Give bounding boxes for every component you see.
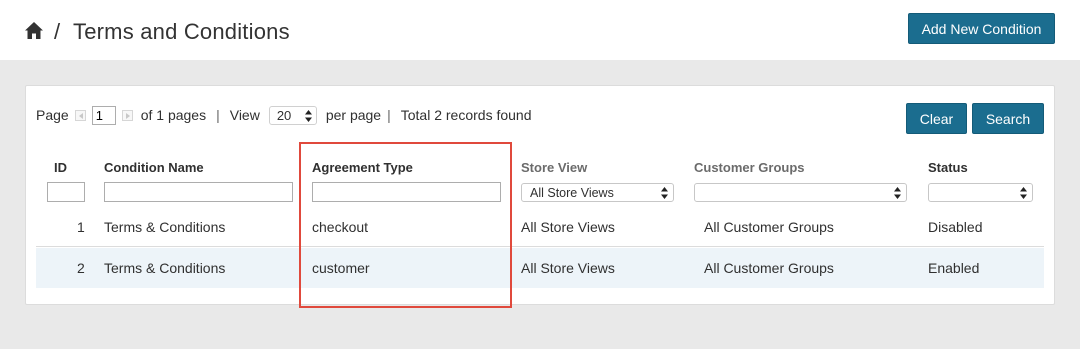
row-store-view: All Store Views [521, 260, 615, 276]
row-customer-groups: All Customer Groups [704, 260, 834, 276]
agreement-type-filter-input[interactable] [312, 182, 501, 202]
view-label: View [229, 107, 260, 123]
per-page-select[interactable]: 20 [268, 105, 317, 125]
customer-groups-filter-select[interactable] [694, 183, 907, 202]
table-row[interactable]: 2 Terms & Conditions customer All Store … [36, 248, 1044, 288]
page-label: Page [36, 107, 69, 123]
next-page-icon[interactable] [121, 109, 133, 121]
per-page-value: 20 [276, 107, 292, 123]
add-new-condition-button[interactable]: Add New Condition [908, 13, 1055, 44]
prev-page-icon[interactable] [74, 109, 86, 121]
pager: Page of 1 pages | View 20 per page | Tot… [36, 105, 532, 125]
row-id: 1 [77, 219, 85, 235]
condition-name-filter-input[interactable] [104, 182, 293, 202]
per-page-text: per page [325, 107, 382, 123]
row-agreement-type: customer [312, 260, 370, 276]
clear-button[interactable]: Clear [906, 103, 967, 134]
pager-separator: | [387, 107, 391, 123]
row-id: 2 [77, 260, 85, 276]
row-agreement-type: checkout [312, 219, 369, 235]
id-filter-input[interactable] [47, 182, 85, 202]
table-row[interactable]: 1 Terms & Conditions checkout All Store … [36, 207, 1044, 247]
row-status: Enabled [928, 260, 980, 276]
of-pages-text: of 1 pages [140, 107, 207, 123]
status-filter-select[interactable] [928, 183, 1033, 202]
breadcrumb-separator: / [54, 19, 61, 44]
select-arrows-icon [661, 187, 668, 199]
page-number-input[interactable] [91, 105, 116, 125]
home-icon[interactable] [25, 22, 43, 39]
store-view-filter-select[interactable]: All Store Views [521, 183, 674, 202]
row-condition-name: Terms & Conditions [104, 219, 226, 235]
grid-panel: Page of 1 pages | View 20 per page | Tot… [25, 85, 1055, 305]
row-condition-name: Terms & Conditions [104, 260, 226, 276]
row-status: Disabled [928, 219, 983, 235]
page-header: / Terms and Conditions Add New Condition [0, 0, 1080, 60]
page-title: Terms and Conditions [73, 19, 290, 44]
select-arrows-icon [1020, 187, 1027, 199]
search-button[interactable]: Search [972, 103, 1044, 134]
pager-separator: | [216, 107, 220, 123]
row-customer-groups: All Customer Groups [704, 219, 834, 235]
select-arrows-icon [304, 109, 312, 122]
row-store-view: All Store Views [521, 219, 615, 235]
select-arrows-icon [894, 187, 901, 199]
store-view-selected: All Store Views [530, 185, 614, 200]
records-found-text: Total 2 records found [400, 107, 532, 123]
